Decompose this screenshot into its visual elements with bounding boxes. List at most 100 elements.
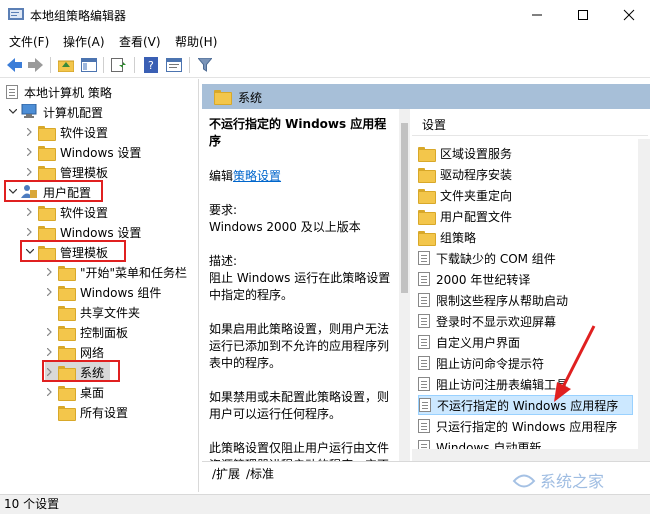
edit-policy-link[interactable]: 策略设置 [233, 169, 281, 183]
tree-at-control-panel[interactable]: 控制面板 [45, 322, 128, 342]
highlight-box-system [42, 360, 120, 382]
folder-icon [38, 205, 56, 221]
tree-at-network[interactable]: 网络 [45, 342, 104, 362]
forward-arrow-icon[interactable] [27, 56, 45, 74]
chevron-right-icon[interactable] [45, 387, 55, 397]
folder-icon [58, 345, 76, 361]
toolbar: ? [0, 52, 650, 78]
list-item-policy[interactable]: 阻止访问命令提示符 [418, 353, 633, 373]
up-folder-icon[interactable] [57, 56, 75, 74]
list-item-folder[interactable]: 组策略 [418, 227, 633, 247]
filter-icon[interactable] [196, 56, 214, 74]
computer-icon [21, 103, 37, 121]
menu-bar: 文件(F) 操作(A) 查看(V) 帮助(H) [0, 30, 650, 52]
list-item-folder[interactable]: 文件夹重定向 [418, 185, 633, 205]
folder-icon [58, 285, 76, 301]
back-arrow-icon[interactable] [6, 56, 24, 74]
menu-view[interactable]: 查看(V) [119, 33, 161, 50]
maximize-button[interactable] [560, 0, 606, 30]
chevron-right-icon[interactable] [25, 147, 35, 157]
status-bar: 10 个设置 [0, 494, 650, 514]
tree-at-desktop[interactable]: 桌面 [45, 382, 104, 402]
navigation-tree: 本地计算机 策略 计算机配置 软件设置 Windows 设置 管理模板 用户配置… [0, 79, 199, 492]
list-item-policy[interactable]: 登录时不显示欢迎屏幕 [418, 311, 633, 331]
chevron-right-icon[interactable] [25, 127, 35, 137]
menu-help[interactable]: 帮助(H) [175, 33, 217, 50]
folder-icon [418, 146, 436, 162]
tree-at-all-settings[interactable]: 所有设置 [58, 402, 128, 422]
close-button[interactable] [606, 0, 650, 30]
policy-document-icon [6, 85, 18, 99]
tree-cc-software[interactable]: 软件设置 [25, 122, 108, 142]
svg-text:系统之家: 系统之家 [540, 472, 604, 491]
policy-setting-icon [418, 251, 430, 265]
note-paragraph: 此策略设置仅阻止用户运行由文件资源管理器进程启动的程序。它不会阻止用户运行由系统… [209, 441, 390, 461]
chevron-right-icon[interactable] [45, 347, 55, 357]
tree-cc-windows[interactable]: Windows 设置 [25, 142, 141, 162]
folder-icon [58, 265, 76, 281]
list-item-folder[interactable]: 区域设置服务 [418, 143, 633, 163]
tree-uc-windows[interactable]: Windows 设置 [25, 222, 141, 242]
watermark-logo: 系统之家 [510, 468, 650, 494]
menu-file[interactable]: 文件(F) [9, 33, 49, 50]
description-scrollbar[interactable] [399, 109, 410, 461]
tab-standard[interactable]: ∕标准 [246, 465, 274, 482]
settings-column-header[interactable]: 设置 [412, 114, 648, 136]
chevron-right-icon[interactable] [45, 327, 55, 337]
details-area: 系统 不运行指定的 Windows 应用程序 编辑策略设置 要求: Window… [202, 79, 650, 492]
menu-action[interactable]: 操作(A) [63, 33, 105, 50]
tree-computer-config[interactable]: 计算机配置 [8, 102, 103, 122]
folder-icon [418, 209, 436, 225]
list-item-policy[interactable]: 自定义用户界面 [418, 332, 633, 352]
chevron-right-icon[interactable] [25, 167, 35, 177]
folder-icon [58, 385, 76, 401]
enabled-paragraph: 如果启用此策略设置，则用户无法运行已添加到不允许的应用程序列表中的程序。 [209, 322, 390, 370]
minimize-button[interactable] [514, 0, 560, 30]
description-scroll-thumb[interactable] [401, 123, 408, 293]
chevron-down-icon[interactable] [8, 107, 18, 117]
tree-at-shared-folders[interactable]: 共享文件夹 [58, 302, 140, 322]
show-hide-tree-icon[interactable] [80, 56, 98, 74]
details-header: 系统 [202, 84, 650, 109]
chevron-right-icon[interactable] [45, 267, 55, 277]
list-horizontal-scrollbar[interactable] [412, 449, 638, 461]
folder-icon [38, 125, 56, 141]
svg-text:?: ? [148, 59, 154, 72]
window-title: 本地组策略编辑器 [30, 9, 127, 23]
tab-extended[interactable]: ∕扩展 [212, 465, 240, 482]
policy-setting-icon [418, 377, 430, 391]
list-item-policy[interactable]: 2000 年世纪转译 [418, 269, 633, 289]
tree-root[interactable]: 本地计算机 策略 [6, 82, 112, 102]
policy-description-pane: 不运行指定的 Windows 应用程序 编辑策略设置 要求: Windows 2… [202, 109, 397, 461]
chevron-right-icon[interactable] [25, 207, 35, 217]
list-item-policy[interactable]: 只运行指定的 Windows 应用程序 [418, 416, 633, 436]
tree-at-start-menu[interactable]: "开始"菜单和任务栏 [45, 262, 187, 282]
highlight-box-user-config [4, 180, 103, 202]
details-header-title: 系统 [238, 91, 263, 105]
policy-title: 不运行指定的 Windows 应用程序 [209, 117, 387, 148]
export-list-icon[interactable] [110, 56, 128, 74]
list-item-folder[interactable]: 驱动程序安装 [418, 164, 633, 184]
chevron-right-icon[interactable] [45, 287, 55, 297]
policy-setting-icon [418, 335, 430, 349]
policy-setting-icon [419, 398, 431, 412]
chevron-right-icon[interactable] [25, 227, 35, 237]
tree-cc-admin[interactable]: 管理模板 [25, 162, 108, 182]
watermark-logo-icon: 系统之家 [512, 472, 604, 491]
folder-icon [418, 230, 436, 246]
list-item-folder[interactable]: 用户配置文件 [418, 206, 633, 226]
policy-setting-icon [418, 419, 430, 433]
policy-setting-icon [418, 356, 430, 370]
folder-icon [418, 188, 436, 204]
help-icon[interactable]: ? [142, 56, 160, 74]
tree-uc-software[interactable]: 软件设置 [25, 202, 108, 222]
list-item-policy[interactable]: 下载缺少的 COM 组件 [418, 248, 633, 268]
gpedit-app-icon [8, 7, 24, 21]
list-item-policy[interactable]: 阻止访问注册表编辑工具 [418, 374, 633, 394]
tree-at-windows-components[interactable]: Windows 组件 [45, 282, 161, 302]
list-item-policy-selected[interactable]: 不运行指定的 Windows 应用程序 [418, 395, 633, 415]
list-item-policy[interactable]: 限制这些程序从帮助启动 [418, 290, 633, 310]
list-vertical-scrollbar[interactable] [638, 139, 650, 461]
properties-icon[interactable] [165, 56, 183, 74]
disabled-paragraph: 如果禁用或未配置此策略设置，则用户可以运行任何程序。 [209, 390, 390, 421]
